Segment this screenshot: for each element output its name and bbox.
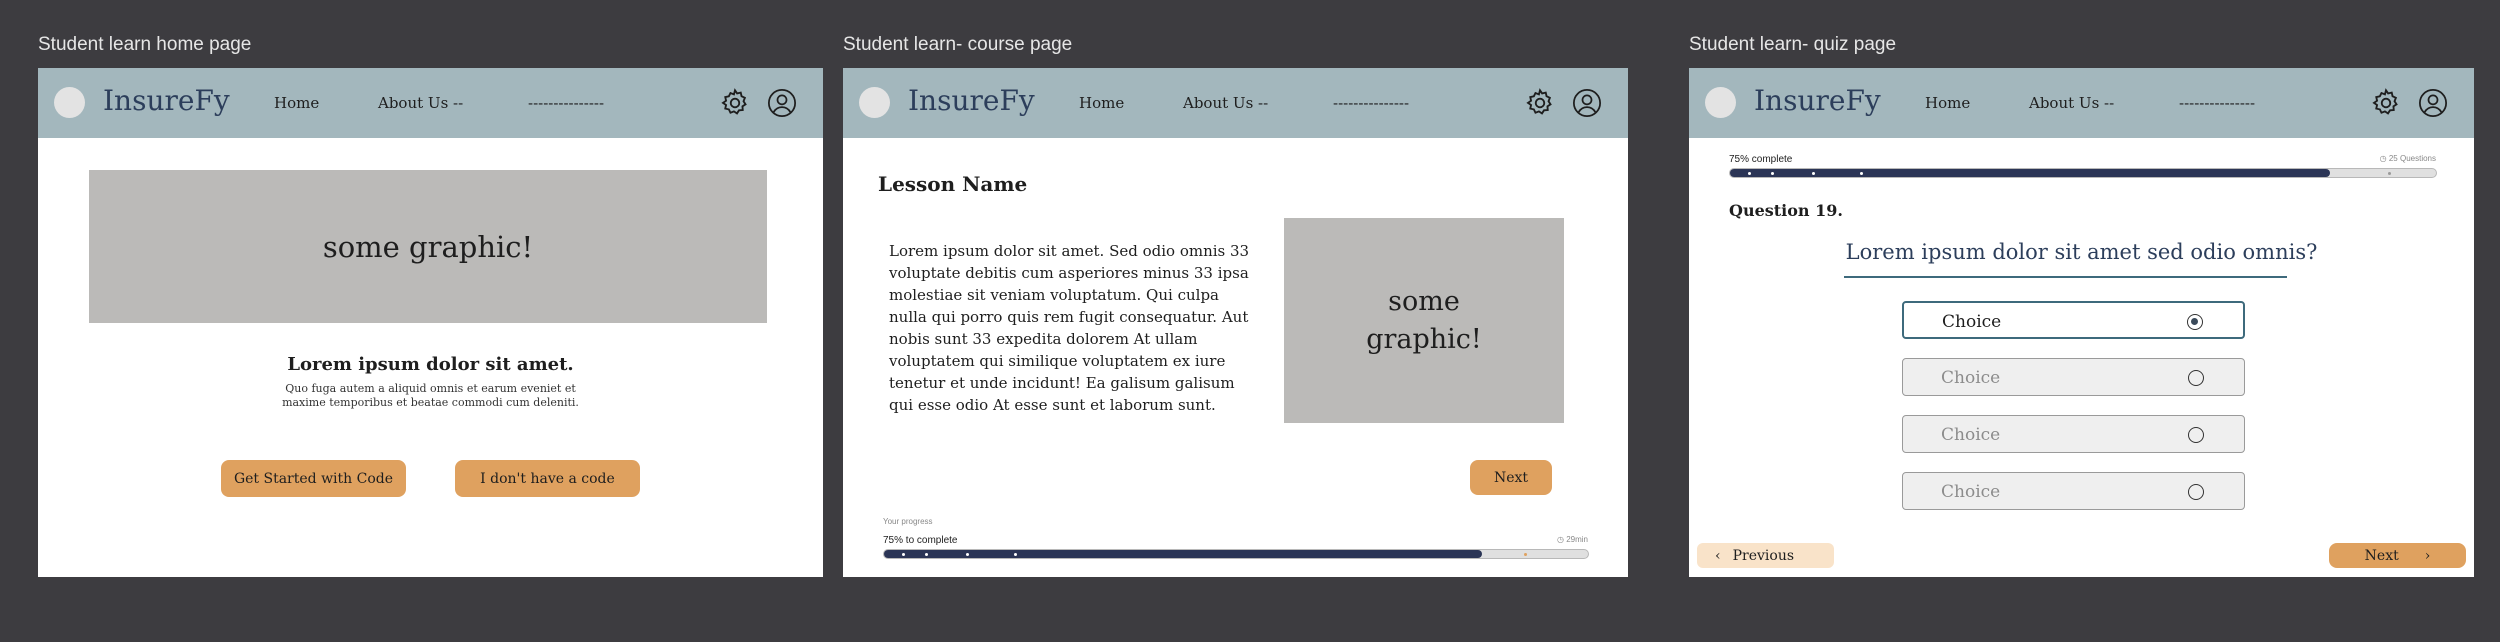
nav-placeholder-link[interactable]: --------------- (1333, 94, 1409, 112)
choice-option-1[interactable]: Choice (1902, 301, 2245, 339)
navbar: InsureFy Home About Us -- --------------… (38, 68, 823, 138)
choice-option-2[interactable]: Choice (1902, 358, 2245, 396)
progress-marker (1014, 553, 1017, 556)
question-text: Lorem ipsum dolor sit amet sed odio omni… (1845, 240, 2318, 264)
navbar: InsureFy Home About Us -- --------------… (1689, 68, 2474, 138)
progress-marker (2388, 172, 2391, 175)
nav-home-link[interactable]: Home (1079, 94, 1124, 112)
nav-home-link[interactable]: Home (274, 94, 319, 112)
brand-name[interactable]: InsureFy (1754, 84, 1881, 117)
choice-label: Choice (1941, 482, 2001, 502)
lesson-graphic-text-2: graphic! (1366, 323, 1482, 355)
user-icon[interactable] (767, 88, 797, 118)
no-code-button[interactable]: I don't have a code (455, 460, 640, 497)
choice-label: Choice (1941, 425, 2001, 445)
progress-time: ◷ 29min (1557, 535, 1588, 544)
progress-marker (1771, 172, 1774, 175)
brand-name[interactable]: InsureFy (103, 84, 230, 117)
progress-time-text: 29min (1566, 535, 1588, 544)
logo-icon[interactable] (54, 87, 85, 118)
home-subtext-1: Quo fuga autem a aliquid omnis et earum … (285, 382, 576, 395)
next-button[interactable]: Next (1470, 460, 1552, 495)
navbar: InsureFy Home About Us -- --------------… (843, 68, 1628, 138)
lesson-graphic: some graphic! (1284, 218, 1564, 423)
course-progress-fill (884, 550, 1483, 558)
progress-marker (1860, 172, 1863, 175)
radio-icon[interactable] (2188, 370, 2204, 386)
frame-label-course: Student learn- course page (843, 34, 1073, 55)
nav-placeholder-link[interactable]: --------------- (2179, 94, 2255, 112)
quiz-progress-fill (1730, 169, 2331, 177)
quiz-progress-label: 75% complete (1729, 154, 1793, 165)
course-frame: InsureFy Home About Us -- --------------… (843, 68, 1628, 577)
user-icon[interactable] (1572, 88, 1602, 118)
choice-option-3[interactable]: Choice (1902, 415, 2245, 453)
radio-icon[interactable] (2188, 484, 2204, 500)
nav-home-link[interactable]: Home (1925, 94, 1970, 112)
question-underline (1844, 276, 2287, 278)
progress-marker (1748, 172, 1751, 175)
choice-option-4[interactable]: Choice (1902, 472, 2245, 510)
progress-label: 75% to complete (883, 535, 958, 546)
quiz-questions-count-text: 25 Questions (2388, 154, 2436, 163)
lesson-body: Lorem ipsum dolor sit amet. Sed odio omn… (889, 242, 1250, 414)
home-frame: InsureFy Home About Us -- --------------… (38, 68, 823, 577)
nav-placeholder-link[interactable]: --------------- (528, 94, 604, 112)
gear-icon[interactable] (719, 87, 751, 119)
choice-label: Choice (1942, 312, 2002, 332)
progress-marker (1524, 553, 1527, 556)
frame-label-quiz: Student learn- quiz page (1689, 34, 1897, 55)
nav-about-link[interactable]: About Us -- (2029, 94, 2114, 112)
course-progress-bar (883, 549, 1589, 559)
quiz-questions-count: ◷ 25 Questions (2380, 154, 2436, 163)
get-started-code-button[interactable]: Get Started with Code (221, 460, 406, 497)
previous-button[interactable]: ‹ Previous (1697, 543, 1834, 568)
frame-label-home: Student learn home page (38, 34, 252, 55)
clock-icon: ◷ (2379, 154, 2387, 163)
quiz-next-button[interactable]: Next › (2329, 543, 2466, 568)
logo-icon[interactable] (859, 87, 890, 118)
previous-label: Previous (1732, 547, 1795, 564)
home-heading: Lorem ipsum dolor sit amet. (287, 354, 574, 375)
logo-icon[interactable] (1705, 87, 1736, 118)
clock-icon: ◷ (1556, 535, 1564, 544)
gear-icon[interactable] (2370, 87, 2402, 119)
hero-graphic-text: some graphic! (322, 229, 534, 264)
gear-icon[interactable] (1524, 87, 1556, 119)
lesson-graphic-text-1: some (1388, 285, 1460, 317)
progress-marker (966, 553, 969, 556)
hero-graphic: some graphic! (89, 170, 767, 323)
progress-title: Your progress (883, 517, 933, 526)
progress-marker (1812, 172, 1815, 175)
home-subtext-2: maxime temporibus et beatae commodi cum … (282, 396, 579, 409)
progress-marker (925, 553, 928, 556)
next-label: Next (2364, 547, 2399, 564)
choice-label: Choice (1941, 368, 2001, 388)
brand-name[interactable]: InsureFy (908, 84, 1035, 117)
radio-selected-icon[interactable] (2187, 314, 2203, 330)
quiz-frame: InsureFy Home About Us -- --------------… (1689, 68, 2474, 577)
lesson-title: Lesson Name (878, 172, 1028, 196)
question-number: Question 19. (1729, 201, 1843, 220)
nav-about-link[interactable]: About Us -- (378, 94, 463, 112)
chevron-right-icon: › (2424, 547, 2431, 564)
user-icon[interactable] (2418, 88, 2448, 118)
quiz-progress-bar (1729, 168, 2437, 178)
nav-about-link[interactable]: About Us -- (1183, 94, 1268, 112)
radio-icon[interactable] (2188, 427, 2204, 443)
chevron-left-icon: ‹ (1715, 547, 1721, 564)
progress-marker (902, 553, 905, 556)
